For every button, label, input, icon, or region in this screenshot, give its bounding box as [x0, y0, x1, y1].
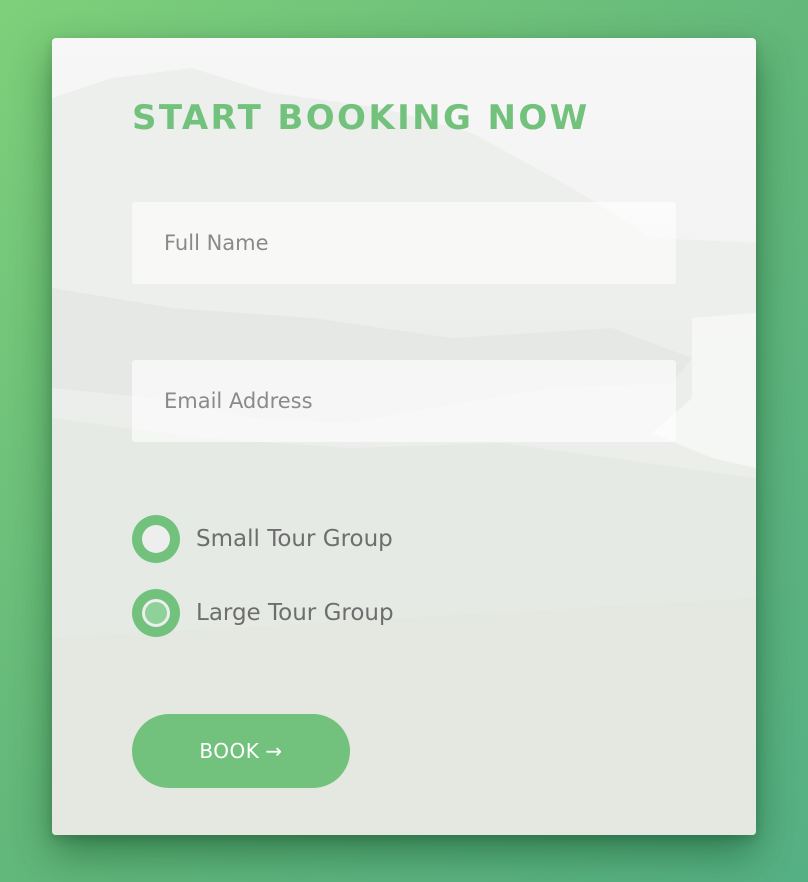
radio-option-small-tour-group[interactable]: Small Tour Group	[132, 515, 393, 563]
form-title: START BOOKING NOW	[132, 98, 590, 138]
book-button[interactable]: BOOK →	[132, 714, 350, 788]
arrow-right-icon: →	[265, 739, 283, 763]
booking-form: START BOOKING NOW Small Tour Group Large…	[132, 38, 676, 835]
radio-label: Large Tour Group	[196, 600, 394, 626]
radio-option-large-tour-group[interactable]: Large Tour Group	[132, 589, 394, 637]
full-name-input[interactable]	[132, 202, 676, 284]
booking-card: START BOOKING NOW Small Tour Group Large…	[52, 38, 756, 835]
radio-button-unchecked[interactable]	[132, 515, 180, 563]
email-address-input[interactable]	[132, 360, 676, 442]
radio-label: Small Tour Group	[196, 526, 393, 552]
radio-button-checked[interactable]	[132, 589, 180, 637]
book-button-label: BOOK	[199, 739, 260, 763]
